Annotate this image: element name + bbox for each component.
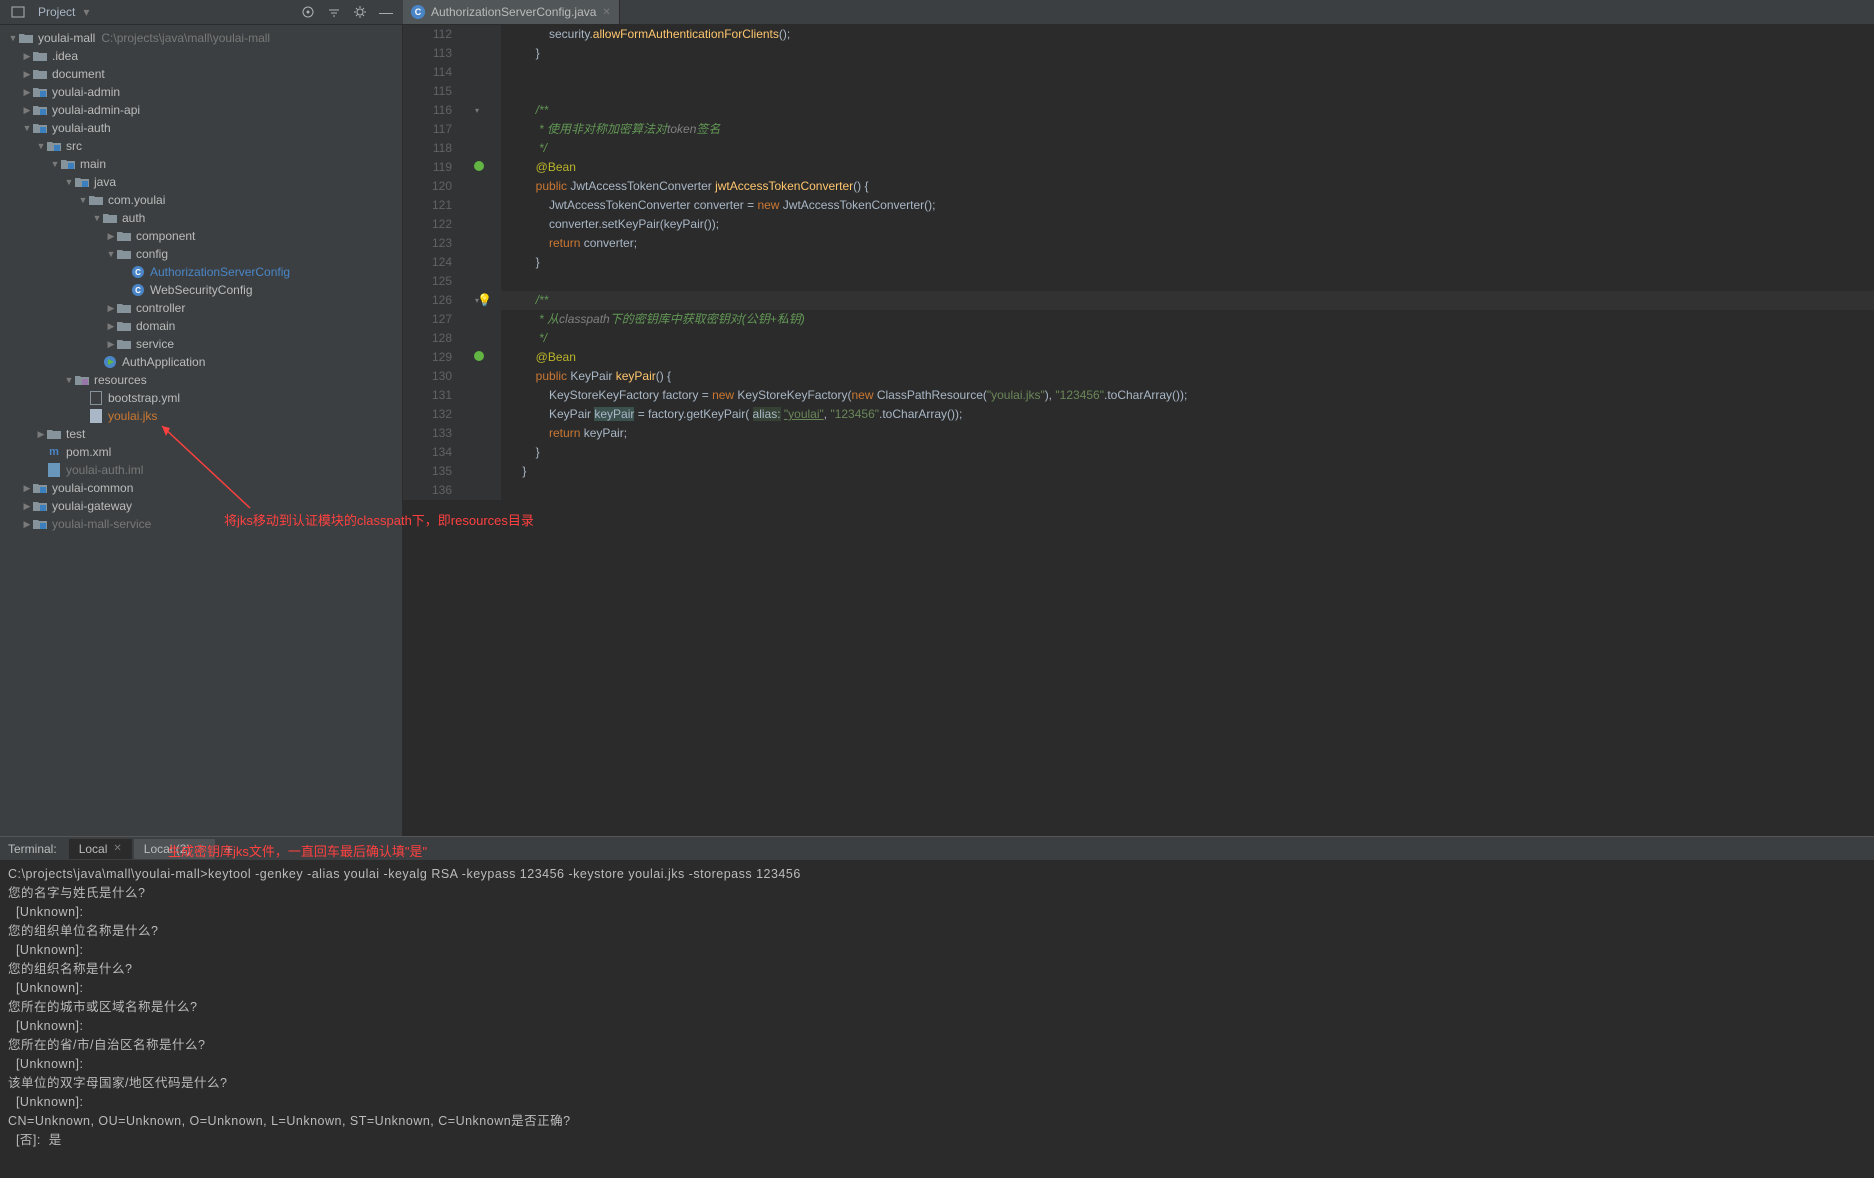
code-line: 122 converter.setKeyPair(keyPair()); xyxy=(403,215,1874,234)
terminal-line: CN=Unknown, OU=Unknown, O=Unknown, L=Unk… xyxy=(8,1112,1866,1131)
annotation-2: 生成密钥库jks文件，一直回车最后确认填"是" xyxy=(168,841,427,860)
code-line: 126💡▾ /** xyxy=(403,291,1874,310)
tree-item[interactable]: ▼main xyxy=(0,155,402,173)
toolbar-actions: — xyxy=(301,4,393,20)
tree-item[interactable]: ▶.idea xyxy=(0,47,402,65)
tree-item[interactable]: ▼resources xyxy=(0,371,402,389)
tree-item[interactable]: CAuthorizationServerConfig xyxy=(0,263,402,281)
code-line: 114 xyxy=(403,63,1874,82)
code-line: 115 xyxy=(403,82,1874,101)
locate-icon[interactable] xyxy=(301,5,315,19)
code-line: 120 public JwtAccessTokenConverter jwtAc… xyxy=(403,177,1874,196)
main: ▼youlai-mallC:\projects\java\mall\youlai… xyxy=(0,25,1874,836)
java-class-icon: C xyxy=(411,5,425,19)
code-line: 123 return converter; xyxy=(403,234,1874,253)
dropdown-chevron-icon[interactable]: ▾ xyxy=(83,5,89,19)
code-line: 127 * 从classpath下的密钥库中获取密钥对(公钥+私钥) xyxy=(403,310,1874,329)
tree-item[interactable]: AuthApplication xyxy=(0,353,402,371)
terminal-line: 您所在的城市或区域名称是什么? xyxy=(8,998,1866,1017)
code-line: 121 JwtAccessTokenConverter converter = … xyxy=(403,196,1874,215)
tree-item[interactable]: ▼youlai-mallC:\projects\java\mall\youlai… xyxy=(0,29,402,47)
topbar: Project ▾ — C AuthorizationServerConfig.… xyxy=(0,0,1874,25)
code-line: 119 @Bean xyxy=(403,158,1874,177)
terminal-line: 您所在的省/市/自治区名称是什么? xyxy=(8,1036,1866,1055)
editor-tab[interactable]: C AuthorizationServerConfig.java ✕ xyxy=(403,0,620,24)
tree-item[interactable]: ▼src xyxy=(0,137,402,155)
code-line: 136 xyxy=(403,481,1874,500)
editor-tab-label: AuthorizationServerConfig.java xyxy=(431,5,596,19)
code-line: 112 security.allowFormAuthenticationForC… xyxy=(403,25,1874,44)
terminal-line: [否]: 是 xyxy=(8,1131,1866,1150)
terminal-line: [Unknown]: xyxy=(8,979,1866,998)
tree-item[interactable]: ▼java xyxy=(0,173,402,191)
terminal-tab[interactable]: Local✕ xyxy=(69,839,132,859)
terminal-line: [Unknown]: xyxy=(8,1017,1866,1036)
tree-item[interactable]: ▶component xyxy=(0,227,402,245)
code-line: 125 xyxy=(403,272,1874,291)
code-line: 118 */ xyxy=(403,139,1874,158)
terminal-line: [Unknown]: xyxy=(8,903,1866,922)
expand-icon[interactable] xyxy=(327,5,341,19)
close-icon[interactable]: ✕ xyxy=(602,7,610,18)
terminal-label: Terminal: xyxy=(8,842,57,856)
tree-item[interactable]: CWebSecurityConfig xyxy=(0,281,402,299)
terminal-line: 您的组织单位名称是什么? xyxy=(8,922,1866,941)
terminal-line: [Unknown]: xyxy=(8,1055,1866,1074)
tree-item[interactable]: ▶controller xyxy=(0,299,402,317)
tree-item[interactable]: ▼config xyxy=(0,245,402,263)
code-line: 117 * 使用非对称加密算法对token签名 xyxy=(403,120,1874,139)
code-line: 132 KeyPair keyPair = factory.getKeyPair… xyxy=(403,405,1874,424)
gear-icon[interactable] xyxy=(353,5,367,19)
code-line: 134 } xyxy=(403,443,1874,462)
project-title: Project xyxy=(38,5,75,19)
terminal-line: C:\projects\java\mall\youlai-mall>keytoo… xyxy=(8,865,1866,884)
code-line: 131 KeyStoreKeyFactory factory = new Key… xyxy=(403,386,1874,405)
annotation-1: 将jks移动到认证模块的classpath下，即resources目录 xyxy=(224,510,534,529)
tree-item[interactable]: ▶youlai-admin-api xyxy=(0,101,402,119)
tree-item[interactable]: ▶document xyxy=(0,65,402,83)
code-editor[interactable]: 112 security.allowFormAuthenticationForC… xyxy=(403,25,1874,836)
code-line: 116▾ /** xyxy=(403,101,1874,120)
terminal-line: 该单位的双字母国家/地区代码是什么? xyxy=(8,1074,1866,1093)
arrow-icon xyxy=(150,418,260,518)
code-line: 113 } xyxy=(403,44,1874,63)
terminal-panel: Terminal: Local✕Local (2)✕ + C:\projects… xyxy=(0,836,1874,1178)
editor-tabs: C AuthorizationServerConfig.java ✕ xyxy=(403,0,620,24)
code-line: 128 */ xyxy=(403,329,1874,348)
terminal-line: [Unknown]: xyxy=(8,941,1866,960)
code-line: 130 public KeyPair keyPair() { xyxy=(403,367,1874,386)
terminal-line: [Unknown]: xyxy=(8,1093,1866,1112)
tree-item[interactable]: ▼youlai-auth xyxy=(0,119,402,137)
code-line: 133 return keyPair; xyxy=(403,424,1874,443)
code-line: 129 @Bean xyxy=(403,348,1874,367)
terminal-line: 您的名字与姓氏是什么? xyxy=(8,884,1866,903)
close-icon[interactable]: ✕ xyxy=(113,843,121,854)
tree-item[interactable]: ▼com.youlai xyxy=(0,191,402,209)
terminal-output[interactable]: C:\projects\java\mall\youlai-mall>keytoo… xyxy=(0,861,1874,1178)
project-tool-header: Project ▾ — xyxy=(0,0,403,24)
tree-item[interactable]: ▼auth xyxy=(0,209,402,227)
code-line: 124 } xyxy=(403,253,1874,272)
minimize-icon[interactable]: — xyxy=(379,4,393,20)
tree-item[interactable]: bootstrap.yml xyxy=(0,389,402,407)
code-line: 135 } xyxy=(403,462,1874,481)
tree-item[interactable]: ▶domain xyxy=(0,317,402,335)
tree-item[interactable]: ▶youlai-admin xyxy=(0,83,402,101)
project-icon xyxy=(10,5,26,19)
tree-item[interactable]: ▶service xyxy=(0,335,402,353)
terminal-line: 您的组织名称是什么? xyxy=(8,960,1866,979)
